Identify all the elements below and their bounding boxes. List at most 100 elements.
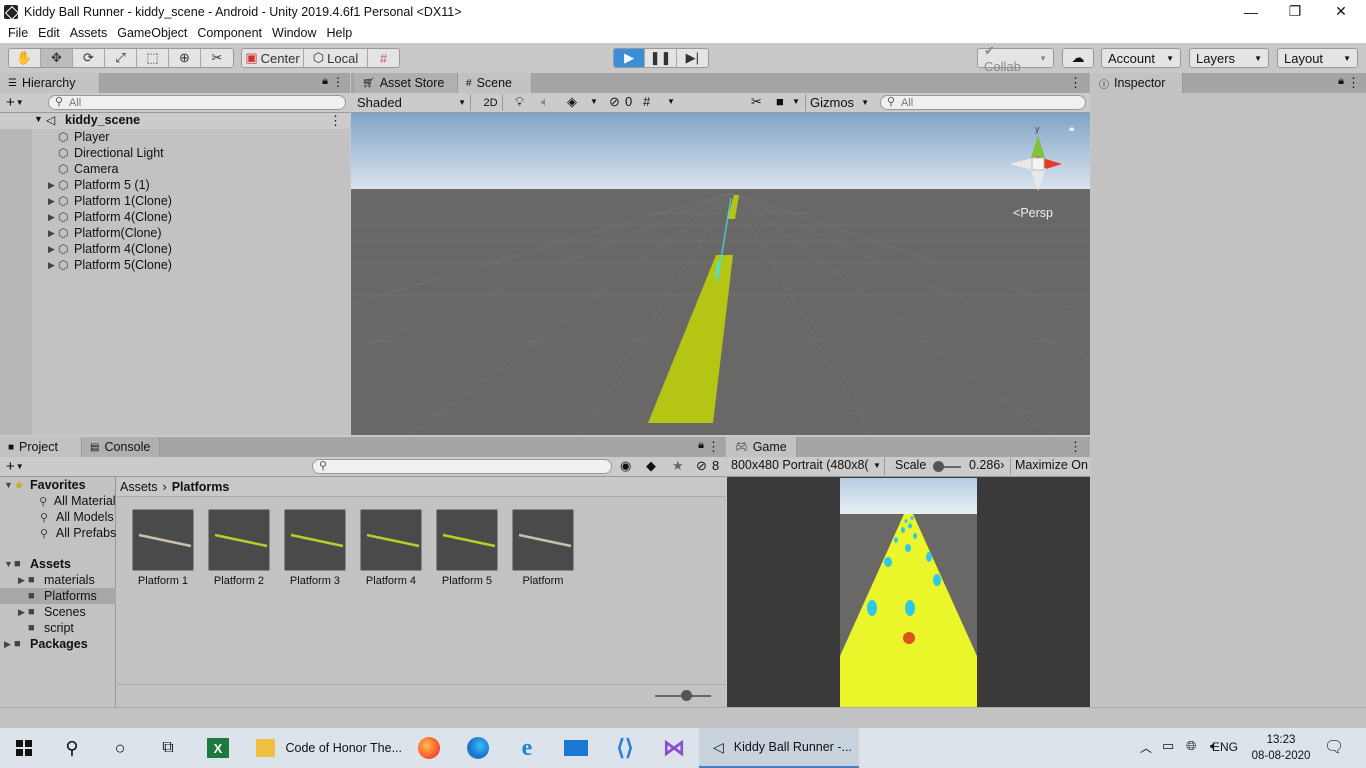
create-plus-icon[interactable]: + [6,94,15,111]
asset-item[interactable]: Platform 2 [208,509,270,587]
scene-options-icon[interactable]: ⋮ [329,113,342,129]
menu-assets[interactable]: Assets [65,26,113,40]
notifications-icon[interactable]: 🗨︎ [1324,737,1344,757]
tab-asset-store[interactable]: 🛒︎ Asset Store [354,73,458,93]
asset-item[interactable]: Platform [512,509,574,587]
menu-file[interactable]: File [3,26,33,40]
tools-icon[interactable]: ✂ [751,94,762,110]
show-hidden-icons-icon[interactable]: ︿ [1140,739,1152,756]
grid-toggle-icon[interactable]: # [643,94,650,109]
orientation-gizmo[interactable]: y [1006,123,1086,198]
chevron-down-icon[interactable]: ▼ [873,461,881,470]
expand-arrow-icon[interactable]: ▼ [4,559,14,569]
gizmos-dropdown[interactable]: Gizmos ▼ [805,94,873,111]
expand-arrow-icon[interactable]: ▶ [18,575,28,586]
chevron-down-icon[interactable]: ▼ [16,98,24,107]
firefox-icon[interactable] [405,728,453,768]
expand-arrow-icon[interactable]: ▶ [48,212,58,223]
asset-item[interactable]: Platform 4 [360,509,422,587]
expand-arrow-icon[interactable]: ▼ [34,114,43,124]
asset-item[interactable]: Platform 1 [132,509,194,587]
favorite-item[interactable]: ⚲ All Materials [0,493,116,509]
chevron-down-icon[interactable]: ▼ [667,97,675,106]
scene-header-row[interactable]: ▼ ◁ kiddy_scene ⋮ [0,113,350,129]
tab-scene[interactable]: # Scene [458,73,532,93]
hierarchy-search-input[interactable]: All [48,95,346,110]
internet-explorer-icon[interactable]: e [503,728,551,768]
visual-studio-icon[interactable]: ⋈ [650,728,698,768]
layout-dropdown[interactable]: Layout ▼ [1277,48,1358,68]
project-search-input[interactable] [312,459,612,474]
tab-hierarchy[interactable]: ☰ Hierarchy [0,73,100,93]
network-globe-icon[interactable]: 🌐︎ [1186,738,1196,754]
excel-icon[interactable]: X [194,728,242,768]
language-indicator[interactable]: ENG [1212,740,1238,754]
mail-icon[interactable] [552,728,600,768]
pivot-local-button[interactable]: ⬡ Local [304,49,368,67]
custom-tool-icon[interactable]: ✂ [201,49,233,67]
rect-tool-icon[interactable]: ⬚ [137,49,169,67]
asset-item[interactable]: Platform 5 [436,509,498,587]
hierarchy-item[interactable]: ▶ ⬡ Platform 1(Clone) [48,193,172,209]
packages-folder[interactable]: ▶ ■ Packages [0,636,116,652]
menu-help[interactable]: Help [321,26,357,40]
asset-folder-platforms[interactable]: ■ Platforms [0,588,116,604]
more-options-icon[interactable]: ⋮ [707,439,720,455]
grid-snap-icon[interactable]: # [368,49,399,67]
more-options-icon[interactable]: ⋮ [1347,75,1360,91]
taskbar-app-unity[interactable]: ◁ Kiddy Ball Runner -... [699,728,859,768]
taskbar-clock[interactable]: 13:23 08-08-2020 [1250,732,1312,764]
lock-icon[interactable]: 🔒︎ [322,75,328,88]
rotate-tool-icon[interactable]: ⟳ [73,49,105,67]
hierarchy-item[interactable]: ▶ ⬡ Platform 4(Clone) [48,241,172,257]
edge-icon[interactable] [454,728,502,768]
scale-slider-thumb[interactable] [933,461,944,472]
menu-gameobject[interactable]: GameObject [112,26,192,40]
cloud-button[interactable]: ☁ [1062,48,1094,68]
search-icon[interactable]: ⚲ [48,728,96,768]
account-dropdown[interactable]: Account ▼ [1101,48,1181,68]
scene-search-input[interactable]: All [880,95,1086,110]
hierarchy-item[interactable]: ⬡ Camera [48,161,118,177]
scale-tool-icon[interactable]: ⤢ [105,49,137,67]
hierarchy-item[interactable]: ▶ ⬡ Platform 5(Clone) [48,257,172,273]
chevron-down-icon[interactable]: ▼ [792,97,800,106]
lock-icon[interactable]: 🔒︎ [698,439,704,452]
tab-console[interactable]: ▤ Console [82,437,160,457]
vscode-icon[interactable]: ⟨⟩ [601,728,649,768]
chevron-down-icon[interactable]: ▼ [590,97,598,106]
collab-dropdown[interactable]: ✔ Collab ▼ [977,43,1054,74]
hierarchy-item[interactable]: ▶ ⬡ Platform 4(Clone) [48,209,172,225]
expand-arrow-icon[interactable]: ▶ [48,244,58,255]
chevron-down-icon[interactable]: ▼ [16,462,24,471]
menu-window[interactable]: Window [267,26,321,40]
hidden-packages-icon[interactable]: ⊘ [696,458,707,474]
create-plus-icon[interactable]: + [6,458,15,475]
menu-edit[interactable]: Edit [33,26,65,40]
favorites-folder[interactable]: ▼ ★ Favorites [0,477,116,493]
breadcrumb-platforms[interactable]: Platforms [172,480,230,494]
search-by-label-icon[interactable]: ◆ [646,458,656,474]
scene-viewport[interactable]: y 🔒︎ <Persp [351,113,1090,435]
play-button[interactable]: ▶ [614,49,646,67]
minimize-button[interactable]: — [1228,0,1274,23]
asset-item[interactable]: Platform 3 [284,509,346,587]
close-button[interactable]: ✕ [1318,0,1364,23]
slider-thumb[interactable] [681,690,692,701]
projection-label[interactable]: <Persp [1013,206,1053,220]
tab-inspector[interactable]: ⓘ Inspector [1091,73,1183,93]
lock-icon[interactable]: 🔒︎ [1338,75,1344,88]
lock-view-icon[interactable]: 🔒︎ [1069,123,1074,134]
favorite-item[interactable]: ⚲ All Prefabs [0,525,116,541]
toggle-2d-button[interactable]: 2D [479,94,503,111]
more-options-icon[interactable]: ⋮ [1069,75,1082,91]
camera-icon[interactable]: ■ [776,94,784,109]
game-viewport[interactable] [840,478,977,707]
breadcrumb-assets[interactable]: Assets [120,480,158,494]
task-view-icon[interactable]: ⧉ [144,728,192,768]
hierarchy-item[interactable]: ▶ ⬡ Platform(Clone) [48,225,162,241]
expand-arrow-icon[interactable]: ▶ [48,260,58,271]
maximize-button[interactable]: ❐ [1272,0,1318,23]
transform-tool-icon[interactable]: ⊕ [169,49,201,67]
favorite-item[interactable]: ⚲ All Models [0,509,116,525]
